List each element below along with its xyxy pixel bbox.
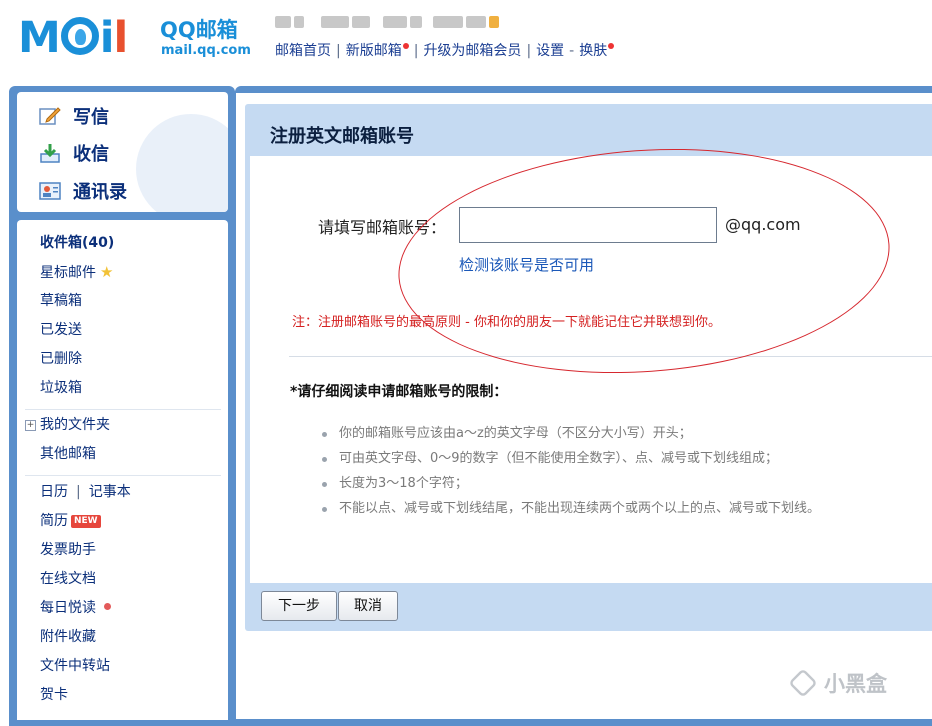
sidebar-item-attachments[interactable]: 附件收藏 xyxy=(40,628,96,646)
penguin-o-icon xyxy=(60,17,99,55)
sidebar-item-drafts[interactable]: 草稿箱 xyxy=(40,292,82,310)
unread-dot-icon xyxy=(104,603,111,610)
receive-button[interactable]: 收信 xyxy=(39,143,109,166)
watermark-logo-icon xyxy=(788,668,818,698)
next-step-button[interactable]: 下一步 xyxy=(261,591,337,621)
link-settings[interactable]: 设置 xyxy=(536,43,564,59)
sidebar-item-invoice[interactable]: 发票助手 xyxy=(40,541,96,559)
sidebar-item-inbox[interactable]: 收件箱(40) xyxy=(40,234,114,252)
rule-item: 可由英文字母、0～9的数字（但不能使用全数字）、点、减号或下划线组成； xyxy=(322,446,820,471)
sidebar-divider xyxy=(25,475,221,476)
new-version-dot-icon xyxy=(402,43,409,49)
blurred-user-info xyxy=(275,16,545,32)
sidebar-item-resume[interactable]: 简历 NEW xyxy=(40,512,101,530)
contacts-button[interactable]: 通讯录 xyxy=(39,181,127,204)
sidebar-actions: 写信 收信 通讯录 xyxy=(17,92,228,212)
rule-item: 你的邮箱账号应该由a～z的英文字母（不区分大小写）开头； xyxy=(322,421,820,446)
link-new-version[interactable]: 新版邮箱 xyxy=(346,43,402,59)
sidebar-item-starred[interactable]: 星标邮件 ★ xyxy=(40,263,113,282)
form-title: 注册英文邮箱账号 xyxy=(270,126,414,147)
sidebar-item-calendar[interactable]: 日历 xyxy=(40,484,68,500)
sidebar-divider xyxy=(25,409,221,410)
top-nav-links: 邮箱首页 | 新版邮箱 | 升级为邮箱会员 | 设置 - 换肤 xyxy=(275,42,615,60)
penguin-watermark-icon xyxy=(136,114,228,212)
sidebar-item-daily-read[interactable]: 每日悦读 xyxy=(40,599,111,617)
rules-list: 你的邮箱账号应该由a～z的英文字母（不区分大小写）开头； 可由英文字母、0～9的… xyxy=(322,421,820,521)
receive-label: 收信 xyxy=(73,144,109,165)
rule-item: 长度为3～18个字符； xyxy=(322,471,820,496)
sidebar-item-spam[interactable]: 垃圾箱 xyxy=(40,379,82,397)
new-badge: NEW xyxy=(71,515,101,528)
skin-dot-icon xyxy=(608,43,615,49)
sidebar-item-online-docs[interactable]: 在线文档 xyxy=(40,570,96,588)
sidebar-item-my-folders[interactable]: 我的文件夹 xyxy=(40,416,110,434)
sidebar-item-sent[interactable]: 已发送 xyxy=(40,321,82,339)
contacts-label: 通讯录 xyxy=(73,182,127,203)
link-mail-home[interactable]: 邮箱首页 xyxy=(275,43,331,59)
link-upgrade-member[interactable]: 升级为邮箱会员 xyxy=(423,43,521,59)
sidebar-item-other-mail[interactable]: 其他邮箱 xyxy=(40,445,96,463)
sidebar-folders: 收件箱(40) 星标邮件 ★ 草稿箱 已发送 已删除 垃圾箱 + 我的文件夹 其他… xyxy=(17,220,228,720)
sidebar-item-cards[interactable]: 贺卡 xyxy=(40,686,68,704)
sidebar-item-transfer[interactable]: 文件中转站 xyxy=(40,657,110,675)
sidebar-item-deleted[interactable]: 已删除 xyxy=(40,350,82,368)
header: Mil QQ邮箱 mail.qq.com 邮箱首页 | 新版邮箱 | 升级为邮箱会员 | 设… xyxy=(0,0,932,86)
rules-title: *请仔细阅读申请邮箱账号的限制： xyxy=(290,384,508,400)
cancel-button[interactable]: 取消 xyxy=(338,591,398,621)
rule-item: 不能以点、减号或下划线结尾，不能出现连续两个或两个以上的点、减号或下划线。 xyxy=(322,496,820,521)
link-change-skin[interactable]: 换肤 xyxy=(579,43,607,59)
logo-qq-text: QQ邮箱 xyxy=(160,18,238,42)
receive-icon xyxy=(40,144,60,163)
expand-plus-icon[interactable]: + xyxy=(25,420,36,431)
mail-logo[interactable]: Mil xyxy=(18,14,128,62)
sidebar-item-calendar-notes: 日历 | 记事本 xyxy=(40,484,131,500)
star-icon: ★ xyxy=(100,263,114,281)
watermark: 小黑盒 xyxy=(788,668,887,698)
sidebar-item-notes[interactable]: 记事本 xyxy=(89,484,131,500)
compose-icon xyxy=(39,107,61,125)
contacts-icon xyxy=(39,182,61,200)
logo-domain-text: mail.qq.com xyxy=(161,43,251,58)
compose-button[interactable]: 写信 xyxy=(39,106,109,129)
compose-label: 写信 xyxy=(73,107,109,128)
